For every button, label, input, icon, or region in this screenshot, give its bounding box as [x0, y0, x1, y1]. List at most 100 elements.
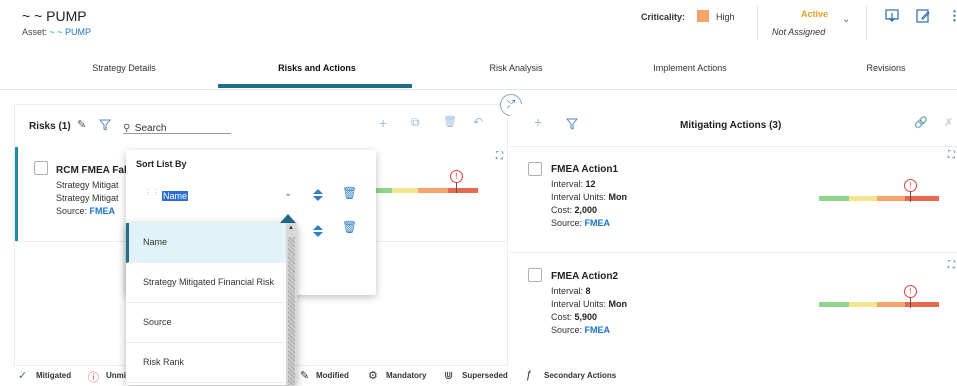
tab-implement-actions[interactable]: Implement Actions	[628, 63, 752, 73]
sort-selected-value: Name	[162, 191, 189, 201]
search-placeholder: Search	[134, 123, 167, 134]
action-expand-icon[interactable]: ⛶	[948, 260, 955, 271]
action-source: Source: FMEA	[551, 218, 611, 228]
superseded-icon: ⋓	[444, 370, 454, 382]
tab-risks-and-actions[interactable]: Risks and Actions	[250, 63, 384, 73]
active-tab-indicator	[218, 84, 412, 88]
more-options-icon[interactable]: ⋮	[948, 8, 957, 24]
action-risk-marker-icon: !	[904, 285, 917, 298]
legend-mitigated: Mitigated	[36, 371, 72, 380]
action-units: Interval Units: Mon	[551, 299, 628, 309]
filter-icon[interactable]	[98, 118, 112, 136]
tab-bar: Strategy Details Risks and Actions Risk …	[0, 46, 957, 90]
action-checkbox[interactable]	[528, 268, 542, 282]
drag-handle-icon[interactable]: ⋮⋮	[144, 188, 160, 197]
edit-icon[interactable]: ✎	[77, 118, 86, 131]
action-filter-icon[interactable]	[565, 117, 579, 135]
action-units: Interval Units: Mon	[551, 192, 628, 202]
legend-secondary: Secondary Actions	[544, 371, 617, 380]
action-risk-marker-line	[910, 192, 911, 202]
search-icon: ⚲	[123, 123, 131, 134]
state-value[interactable]: Active	[801, 9, 828, 19]
scroll-up-icon[interactable]: ▲	[288, 225, 294, 231]
tab-strategy-details[interactable]: Strategy Details	[64, 63, 184, 73]
sort-chevron-icon[interactable]: ⌄	[284, 188, 292, 199]
legend-unmitigated: Unmi	[106, 371, 126, 380]
sort-field-select[interactable]: Name	[162, 186, 302, 202]
legend-mandatory: Mandatory	[386, 371, 427, 380]
action-cost: Cost: 2,000	[551, 205, 598, 215]
legend-bar: ✓ Mitigated ⓘ Unmi ✎ Modified ⚙ Mandator…	[0, 368, 957, 386]
criticality-label: Criticality:	[641, 12, 686, 22]
sort-option[interactable]: Source	[126, 303, 286, 343]
action-cost: Cost: 5,900	[551, 312, 598, 322]
sort-option[interactable]: Strategy Mitigated Financial Risk	[126, 263, 286, 303]
delete-icon[interactable]: 🗑	[443, 115, 457, 128]
risk-card-source: Source: FMEA	[56, 206, 116, 216]
action-title: FMEA Action1	[551, 164, 619, 175]
risk-search-field[interactable]: ⚲ Search	[123, 118, 231, 134]
header-divider-2	[866, 6, 867, 40]
sort-delete-icon-2[interactable]: 🗑	[342, 220, 357, 234]
actions-header-divider	[510, 146, 957, 147]
action-expand-icon[interactable]: ⛶	[948, 150, 955, 161]
add-risk-icon[interactable]: +	[379, 115, 387, 131]
risk-card-title: RCM FMEA Fal	[56, 165, 127, 176]
actions-title: Mitigating Actions (3)	[680, 120, 782, 131]
risk-rank-marker-icon: !	[450, 170, 463, 183]
risks-title: Risks (1)	[29, 121, 71, 132]
risk-bar	[374, 188, 478, 193]
link-icon[interactable]: 🔗	[914, 116, 928, 129]
sort-options-dropdown[interactable]: Name Strategy Mitigated Financial Risk S…	[126, 223, 297, 385]
risk-rank-marker-line	[456, 183, 457, 193]
actions-panel: + Mitigating Actions (3) 🔗 ✗ FMEA Action…	[510, 104, 957, 366]
dropdown-caret-icon	[280, 214, 296, 223]
asset-label: Asset:	[22, 27, 48, 37]
asset-line: Asset: ~ ~ PUMP	[22, 27, 91, 37]
sort-direction-icon[interactable]	[312, 188, 324, 202]
sort-delete-icon[interactable]: 🗑	[342, 186, 357, 200]
action-title: FMEA Action2	[551, 271, 619, 282]
save-icon[interactable]	[916, 9, 930, 28]
modified-icon: ✎	[300, 370, 310, 382]
legend-superseded: Superseded	[462, 371, 508, 380]
secondary-actions-icon: ƒ	[526, 369, 533, 381]
unmitigated-icon: ⓘ	[88, 372, 99, 384]
risk-checkbox[interactable]	[34, 161, 48, 175]
sort-option[interactable]: Name	[126, 223, 286, 263]
state-chevron-icon[interactable]: ⌄	[842, 14, 850, 25]
mandatory-icon: ⚙	[368, 370, 378, 382]
action-risk-marker-line	[910, 298, 911, 308]
add-action-icon[interactable]: +	[534, 114, 542, 130]
undo-icon[interactable]: ↶	[473, 115, 483, 129]
download-icon[interactable]	[885, 9, 899, 28]
sort-title: Sort List By	[136, 159, 187, 169]
legend-modified: Modified	[316, 371, 349, 380]
action-interval: Interval: 12	[551, 179, 596, 189]
mitigated-icon: ✓	[18, 370, 28, 382]
action-card[interactable]: FMEA Action2 Interval: 8 Interval Units:…	[510, 254, 957, 358]
action-checkbox[interactable]	[528, 162, 542, 176]
sort-direction-icon-2[interactable]	[312, 224, 324, 238]
action-risk-marker-icon: !	[904, 179, 917, 192]
page-title: ~ ~ PUMP	[22, 8, 87, 24]
criticality-swatch	[697, 10, 709, 22]
scrollbar-thumb[interactable]	[288, 237, 295, 385]
copy-icon[interactable]: ⧉	[411, 115, 420, 130]
unlink-icon[interactable]: ✗	[944, 116, 953, 129]
action-source: Source: FMEA	[551, 325, 611, 335]
criticality-value: High	[716, 12, 735, 22]
action-risk-bar	[819, 302, 939, 307]
expand-icon[interactable]: ⛶	[496, 151, 503, 162]
risk-card-line2: Strategy Mitigat	[56, 193, 119, 203]
action-risk-bar	[819, 196, 939, 201]
action-card[interactable]: FMEA Action1 Interval: 12 Interval Units…	[510, 148, 957, 252]
action-interval: Interval: 8	[551, 286, 591, 296]
risk-card-line1: Strategy Mitigat	[56, 180, 119, 190]
asset-link[interactable]: ~ ~ PUMP	[50, 27, 92, 37]
header-divider	[757, 6, 758, 40]
state-assignee: Not Assigned	[772, 27, 826, 37]
tab-revisions[interactable]: Revisions	[836, 63, 936, 73]
action-divider	[510, 252, 957, 253]
tab-risk-analysis[interactable]: Risk Analysis	[460, 63, 572, 73]
